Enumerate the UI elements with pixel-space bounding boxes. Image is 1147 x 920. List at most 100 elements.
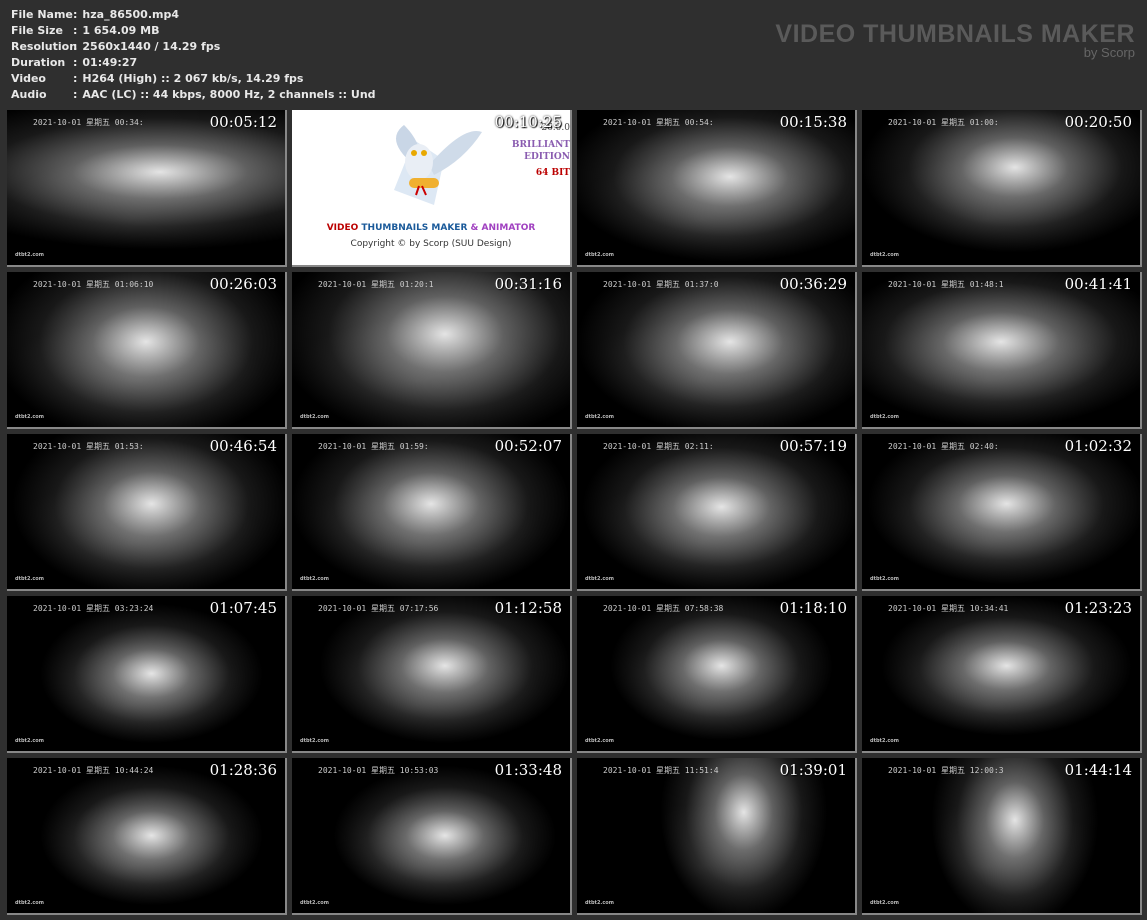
timestamp: 01:07:45 — [209, 599, 277, 617]
camera-timestamp: 2021-10-01 星期五 10:53:03 — [318, 766, 439, 775]
timestamp: 00:05:12 — [209, 113, 277, 131]
site-watermark: dtbt2.com — [300, 900, 329, 906]
file-info-panel: File Name: hza_86500.mp4 File Size:1 654.0… — [11, 7, 376, 103]
logo-title-c: & ANIMATOR — [470, 223, 536, 233]
video-thumbnail[interactable]: 2021-10-01 星期五 03:23:24 01:07:45 dtbt2.c… — [7, 596, 287, 753]
camera-timestamp: 2021-10-01 星期五 07:17:56 — [318, 604, 439, 613]
video-thumbnail[interactable]: 2021-10-01 星期五 01:06:10 00:26:03 dtbt2.c… — [7, 272, 287, 429]
info-row: File Size:1 654.09 MB — [11, 23, 376, 39]
camera-timestamp: 2021-10-01 星期五 01:00: — [888, 118, 999, 127]
info-value: AAC (LC) :: 44 kbps, 8000 Hz, 2 channels… — [82, 88, 376, 101]
video-thumbnail[interactable]: 2021-10-01 星期五 07:17:56 01:12:58 dtbt2.c… — [292, 596, 572, 753]
camera-timestamp: 2021-10-01 星期五 10:44:24 — [33, 766, 154, 775]
video-thumbnail[interactable]: 2021-10-01 星期五 01:48:1 00:41:41 dtbt2.co… — [862, 272, 1142, 429]
timestamp: 00:57:19 — [779, 437, 847, 455]
video-thumbnail[interactable]: 2021-10-01 星期五 01:00: 00:20:50 dtbt2.com — [862, 110, 1142, 267]
info-value: H264 (High) :: 2 067 kb/s, 14.29 fps — [82, 72, 304, 85]
info-separator: : — [73, 24, 78, 37]
video-thumbnail[interactable]: 2021-10-01 星期五 12:00:3 01:44:14 dtbt2.co… — [862, 758, 1142, 915]
video-thumbnail[interactable]: 2021-10-01 星期五 02:11: 00:57:19 dtbt2.com — [577, 434, 857, 591]
video-thumbnail[interactable]: 2021-10-01 星期五 01:37:0 00:36:29 dtbt2.co… — [577, 272, 857, 429]
info-row: Audio: AAC (LC) :: 44 kbps, 8000 Hz, 2 ch… — [11, 87, 376, 103]
video-frame — [7, 434, 285, 589]
video-frame — [577, 272, 855, 427]
camera-timestamp: 2021-10-01 星期五 00:54: — [603, 118, 714, 127]
video-thumbnail[interactable]: 2021-10-01 星期五 00:34: 00:05:12 dtbt2.com — [7, 110, 287, 267]
info-separator: : — [73, 88, 78, 101]
info-label: File Name — [11, 8, 73, 21]
video-thumbnail[interactable]: 2021-10-01 星期五 02:40: 01:02:32 dtbt2.com — [862, 434, 1142, 591]
site-watermark: dtbt2.com — [300, 738, 329, 744]
camera-timestamp: 2021-10-01 星期五 11:51:4 — [603, 766, 719, 775]
site-watermark: dtbt2.com — [15, 414, 44, 420]
timestamp: 00:31:16 — [494, 275, 562, 293]
video-thumbnail[interactable]: 2021-10-01 星期五 10:53:03 01:33:48 dtbt2.c… — [292, 758, 572, 915]
info-label: Resolution — [11, 40, 78, 53]
camera-timestamp: 2021-10-01 星期五 01:59: — [318, 442, 429, 451]
site-watermark: dtbt2.com — [870, 252, 899, 258]
logo-title-b: THUMBNAILS MAKER — [361, 223, 468, 233]
info-separator: : — [73, 56, 78, 69]
video-frame — [292, 272, 570, 427]
timestamp: 00:36:29 — [779, 275, 847, 293]
video-thumbnail[interactable]: 2021-10-01 星期五 11:51:4 01:39:01 dtbt2.co… — [577, 758, 857, 915]
site-watermark: dtbt2.com — [15, 252, 44, 258]
info-label: Audio — [11, 88, 47, 101]
video-thumbnail[interactable]: 2021-10-01 星期五 01:20:1 00:31:16 dtbt2.co… — [292, 272, 572, 429]
info-row: File Name: hza_86500.mp4 — [11, 7, 376, 23]
timestamp: 01:23:23 — [1064, 599, 1132, 617]
camera-timestamp: 2021-10-01 星期五 01:53: — [33, 442, 144, 451]
video-frame — [862, 758, 1140, 913]
timestamp: 01:28:36 — [209, 761, 277, 779]
timestamp: 01:33:48 — [494, 761, 562, 779]
video-thumbnail[interactable]: 2021-10-01 星期五 01:59: 00:52:07 dtbt2.com — [292, 434, 572, 591]
site-watermark: dtbt2.com — [585, 576, 614, 582]
info-value: 01:49:27 — [82, 56, 138, 69]
video-frame — [292, 758, 570, 913]
video-thumbnail[interactable]: 2021-10-01 星期五 00:54: 00:15:38 dtbt2.com — [577, 110, 857, 267]
copyright-text: Copyright © by Scorp (SUU Design) — [350, 239, 512, 249]
logo-title: VIDEO THUMBNAILS MAKER & ANIMATOR — [292, 223, 570, 233]
site-watermark: dtbt2.com — [585, 414, 614, 420]
site-watermark: dtbt2.com — [300, 414, 329, 420]
logo-thumbnail[interactable]: 26.0.0 BRILLIANT EDITION 64 BIT VIDEO TH… — [292, 110, 572, 267]
info-label: Video — [11, 72, 46, 85]
timestamp: 00:20:50 — [1064, 113, 1132, 131]
timestamp: 01:44:14 — [1064, 761, 1132, 779]
video-frame — [292, 434, 570, 589]
video-frame — [7, 272, 285, 427]
brand-title: VIDEO THUMBNAILS MAKER — [775, 20, 1135, 48]
video-thumbnail[interactable]: 2021-10-01 星期五 01:53: 00:46:54 dtbt2.com — [7, 434, 287, 591]
info-row: Video: H264 (High) :: 2 067 kb/s, 14.29 f… — [11, 71, 376, 87]
timestamp: 00:10:25 — [494, 113, 562, 131]
video-thumbnail[interactable]: 2021-10-01 星期五 07:58:38 01:18:10 dtbt2.c… — [577, 596, 857, 753]
bits-text: 64 BIT — [535, 168, 570, 178]
brand-watermark: VIDEO THUMBNAILS MAKER by Scorp — [775, 20, 1135, 60]
video-frame — [862, 110, 1140, 265]
timestamp: 00:46:54 — [209, 437, 277, 455]
site-watermark: dtbt2.com — [870, 414, 899, 420]
camera-timestamp: 2021-10-01 星期五 01:48:1 — [888, 280, 1004, 289]
video-frame — [862, 272, 1140, 427]
video-frame — [7, 758, 285, 913]
camera-timestamp: 2021-10-01 星期五 12:00:3 — [888, 766, 1004, 775]
video-frame — [7, 596, 285, 751]
site-watermark: dtbt2.com — [870, 900, 899, 906]
video-thumbnail[interactable]: 2021-10-01 星期五 10:34:41 01:23:23 dtbt2.c… — [862, 596, 1142, 753]
owl-logo-icon — [394, 125, 482, 205]
timestamp: 00:41:41 — [1064, 275, 1132, 293]
timestamp: 01:39:01 — [779, 761, 847, 779]
timestamp: 01:18:10 — [779, 599, 847, 617]
video-thumbnail[interactable]: 2021-10-01 星期五 10:44:24 01:28:36 dtbt2.c… — [7, 758, 287, 915]
camera-timestamp: 2021-10-01 星期五 01:20:1 — [318, 280, 434, 289]
info-label: Duration — [11, 56, 66, 69]
camera-timestamp: 2021-10-01 星期五 01:37:0 — [603, 280, 719, 289]
site-watermark: dtbt2.com — [870, 576, 899, 582]
info-value: 2560x1440 / 14.29 fps — [82, 40, 221, 53]
site-watermark: dtbt2.com — [15, 738, 44, 744]
video-frame — [862, 596, 1140, 751]
camera-timestamp: 2021-10-01 星期五 00:34: — [33, 118, 144, 127]
camera-timestamp: 2021-10-01 星期五 10:34:41 — [888, 604, 1009, 613]
edition-text: BRILLIANT — [511, 140, 570, 150]
timestamp: 01:12:58 — [494, 599, 562, 617]
